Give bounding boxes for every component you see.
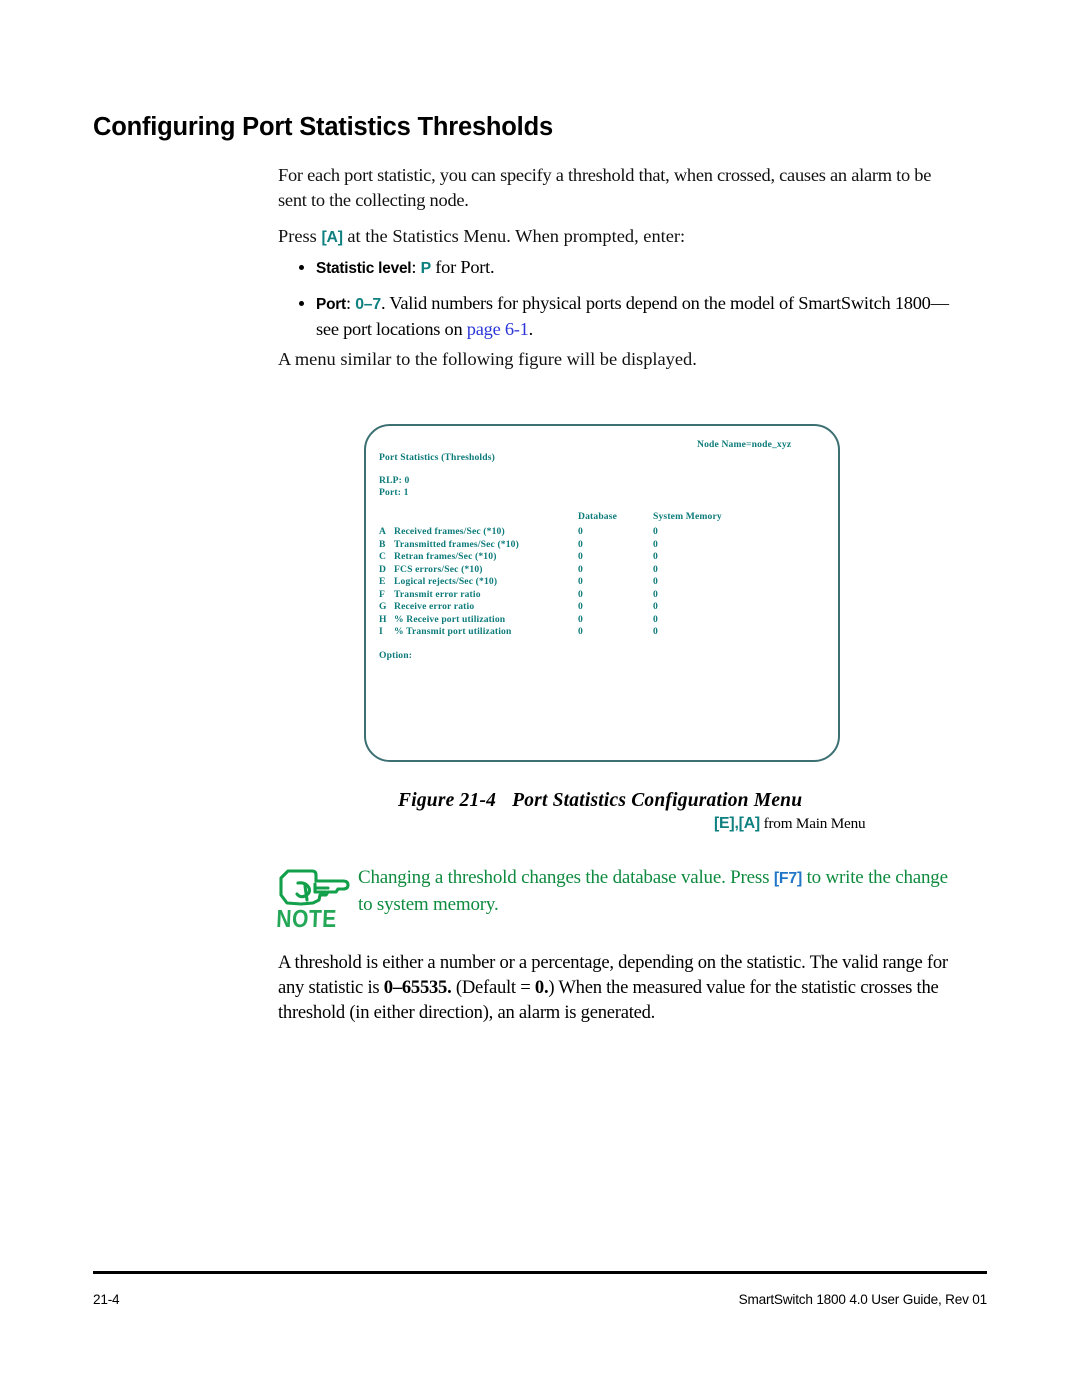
note-text-before: Changing a threshold changes the databas…: [358, 867, 774, 888]
cross-reference-link[interactable]: page 6-1: [467, 319, 529, 339]
row-label: Retran frames/Sec (*10): [394, 551, 497, 562]
row-label: FCS errors/Sec (*10): [394, 563, 483, 575]
intro-paragraph: For each port statistic, you can specify…: [278, 165, 932, 210]
list-item: Statistic level: P for Port.: [296, 255, 952, 282]
closing-part2: (Default =: [451, 977, 535, 999]
figure-source-text: from Main Menu: [759, 815, 866, 832]
footer-page-number: 21-4: [93, 1292, 120, 1307]
row-database: 0: [578, 563, 583, 575]
list-item: Port: 0–7. Valid numbers for physical po…: [296, 291, 952, 342]
row-system-memory: 0: [653, 576, 658, 587]
row-system-memory: 0: [653, 626, 658, 637]
table-row: H % Receive port utilization 0 0: [379, 614, 831, 626]
bullet-separator: :: [345, 292, 356, 313]
row-label: Transmit error ratio: [394, 588, 481, 600]
row-label: % Receive port utilization: [394, 613, 506, 625]
row-key: H: [379, 613, 387, 625]
footer-document-title: SmartSwitch 1800 4.0 User Guide, Rev 01: [738, 1292, 988, 1307]
row-label: Received frames/Sec (*10): [394, 526, 505, 537]
table-row: A Received frames/Sec (*10) 0 0: [379, 526, 831, 538]
key-f7: [F7]: [773, 870, 803, 887]
row-system-memory: 0: [653, 588, 658, 600]
press-instruction: Press [A] at the Statistics Menu. When p…: [278, 224, 950, 251]
row-database: 0: [578, 626, 583, 637]
key-p: P: [420, 260, 432, 277]
terminal-node-name: Node Name=node_xyz: [697, 439, 792, 450]
terminal-screen-figure: Node Name=node_xyz Port Statistics (Thre…: [364, 424, 840, 762]
table-row: G Receive error ratio 0 0: [379, 601, 831, 613]
row-database: 0: [578, 613, 583, 625]
threshold-range-value: 0–65535.: [383, 977, 452, 999]
row-label: Logical rejects/Sec (*10): [394, 576, 498, 587]
table-row: C Retran frames/Sec (*10) 0 0: [379, 551, 831, 563]
row-database: 0: [578, 551, 583, 562]
figure-lead-in-paragraph: A menu similar to the following figure w…: [278, 349, 697, 369]
row-label: % Transmit port utilization: [394, 626, 512, 637]
row-system-memory: 0: [653, 613, 658, 625]
figure-number: Figure 21-4: [398, 790, 497, 811]
bullet-label: Port: [316, 295, 346, 313]
terminal-screen-title: Port Statistics (Thresholds): [379, 452, 495, 463]
row-database: 0: [578, 588, 583, 600]
row-database: 0: [578, 576, 583, 587]
pointing-hand-icon: NOTE: [276, 862, 354, 934]
bullet-tail: .: [528, 319, 534, 340]
row-system-memory: 0: [653, 538, 658, 550]
row-key: D: [379, 563, 387, 575]
table-row: D FCS errors/Sec (*10) 0 0: [379, 564, 831, 576]
bullet-rest: . Valid numbers for physical ports depen…: [316, 292, 949, 340]
row-system-memory: 0: [653, 601, 658, 612]
table-row: F Transmit error ratio 0 0: [379, 589, 831, 601]
press-suffix: at the Statistics Menu. When prompted, e…: [342, 226, 686, 246]
terminal-option-prompt: Option:: [379, 650, 413, 661]
row-system-memory: 0: [653, 551, 658, 562]
row-label: Transmitted frames/Sec (*10): [394, 538, 519, 550]
row-key: I: [379, 626, 383, 637]
page-title: Configuring Port Statistics Thresholds: [93, 113, 553, 141]
table-row: B Transmitted frames/Sec (*10) 0 0: [379, 539, 831, 551]
row-system-memory: 0: [653, 526, 658, 537]
figure-caption: Figure 21-4 Port Statistics Configuration…: [398, 790, 802, 812]
bullet-rest: for Port.: [430, 257, 495, 277]
key-a: [A]: [321, 229, 343, 246]
terminal-rlp-value: RLP: 0: [379, 475, 410, 486]
footer-divider: [93, 1271, 987, 1274]
column-header-database: Database: [578, 511, 618, 522]
bullet-label: Statistic level: [316, 260, 412, 277]
note-text: Changing a threshold changes the databas…: [358, 865, 952, 917]
row-label: Receive error ratio: [394, 601, 475, 612]
threshold-default-value: 0.: [534, 977, 549, 999]
row-system-memory: 0: [653, 563, 658, 575]
row-database: 0: [578, 538, 583, 550]
port-range-value: 0–7: [355, 295, 381, 313]
pointing-hand-glyph: [279, 869, 350, 906]
table-row: I % Transmit port utilization 0 0: [379, 626, 831, 638]
press-prefix: Press: [278, 226, 322, 246]
terminal-port-value: Port: 1: [379, 487, 409, 498]
table-row: E Logical rejects/Sec (*10) 0 0: [379, 576, 831, 588]
row-key: A: [379, 526, 387, 537]
row-key: F: [379, 588, 386, 600]
row-key: C: [379, 551, 387, 562]
instruction-bullet-list: Statistic level: P for Port. Port: 0–7. …: [296, 255, 952, 351]
row-key: E: [379, 576, 386, 587]
figure-source-keys: [E],[A]: [714, 815, 760, 832]
bullet-separator: :: [411, 257, 421, 277]
closing-paragraph: A threshold is either a number or a perc…: [278, 950, 956, 1026]
row-database: 0: [578, 601, 583, 612]
note-label: NOTE: [275, 906, 338, 934]
figure-title: Port Statistics Configuration Menu: [512, 790, 803, 811]
row-database: 0: [578, 526, 583, 537]
column-header-system-memory: System Memory: [653, 511, 722, 522]
figure-navigation-path: [E],[A] from Main Menu: [714, 815, 866, 833]
row-key: G: [379, 601, 387, 612]
row-key: B: [379, 538, 386, 550]
